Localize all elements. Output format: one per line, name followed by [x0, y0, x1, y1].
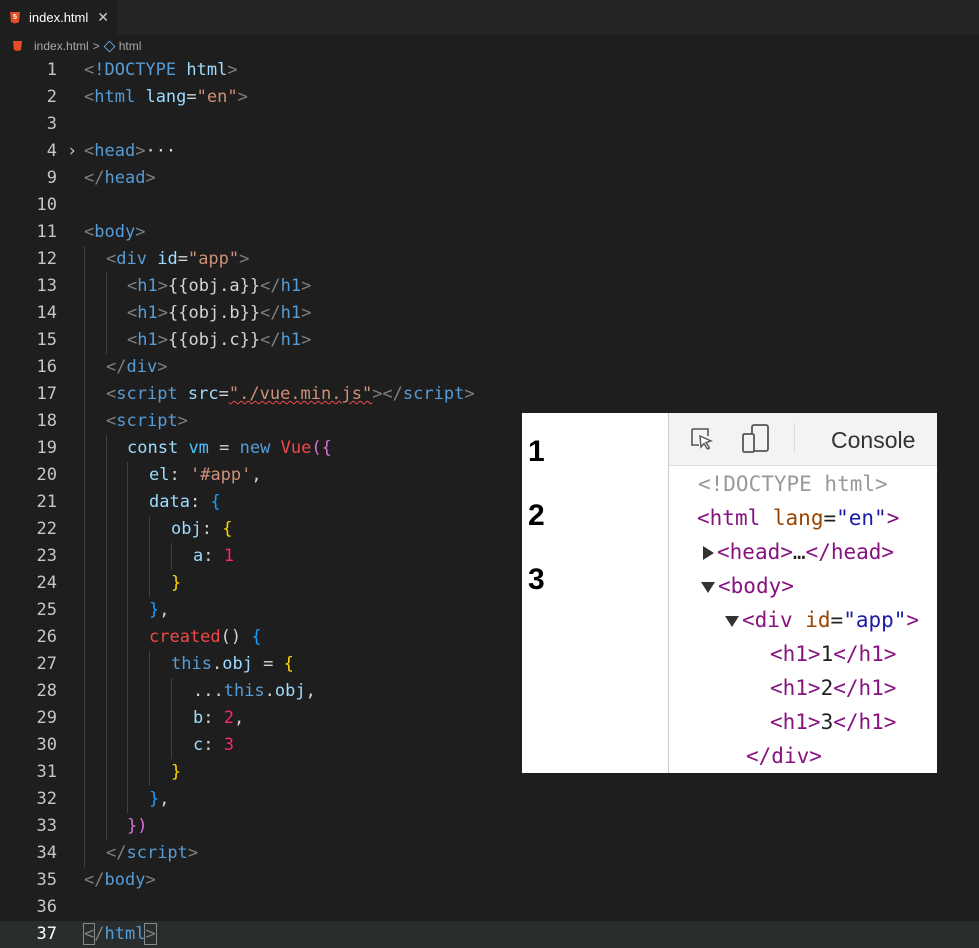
breadcrumb: index.html > html [0, 35, 979, 57]
code-line: 4 › <head>··· [0, 138, 979, 165]
line-number: 32 [36, 789, 57, 809]
tab-console[interactable]: Console [831, 427, 915, 454]
line-number: 16 [36, 357, 57, 377]
tab-index-html[interactable]: 5 index.html ✕ [0, 0, 117, 35]
code-line: 33}) [0, 813, 979, 840]
line-number: 21 [36, 492, 57, 512]
line-number: 2 [46, 87, 57, 107]
code-line: 15 <h1>{{obj.c}}</h1> [0, 327, 979, 354]
code-line-active: 37 </html> [0, 921, 979, 948]
line-number: 20 [36, 465, 57, 485]
code-line: 10 [0, 192, 979, 219]
line-number: 35 [36, 870, 57, 890]
line-number: 30 [36, 735, 57, 755]
line-number: 29 [36, 708, 57, 728]
line-number: 19 [36, 438, 57, 458]
dom-head[interactable]: <head>…</head> [703, 540, 894, 574]
line-number: 12 [36, 249, 57, 269]
collapse-arrow-icon[interactable] [725, 615, 739, 627]
dom-div-close[interactable]: </div> [746, 744, 822, 773]
line-number: 24 [36, 573, 57, 593]
code-line: 16 </div> [0, 354, 979, 381]
line-number: 10 [36, 195, 57, 215]
breadcrumb-file[interactable]: index.html [34, 39, 89, 53]
line-number: 27 [36, 654, 57, 674]
line-number: 25 [36, 600, 57, 620]
devtools-panel: Console <!DOCTYPE html> <html lang="en">… [668, 413, 937, 773]
line-number: 4 [46, 141, 57, 161]
line-number: 17 [36, 384, 57, 404]
chevron-right-icon: > [92, 39, 100, 53]
html5-icon: 5 [10, 11, 20, 24]
line-number: 3 [46, 114, 57, 134]
code-line: 12 <div id="app"> [0, 246, 979, 273]
browser-preview-overlay: 1 2 3 Console <!DOCTYPE html> <html lang… [522, 413, 937, 773]
line-number: 18 [36, 411, 57, 431]
code-line: 14 <h1>{{obj.b}}</h1> [0, 300, 979, 327]
dom-html[interactable]: <html lang="en"> [697, 506, 899, 540]
code-line: 35 </body> [0, 867, 979, 894]
dom-body[interactable]: <body> [701, 574, 794, 608]
line-number: 37 [36, 924, 57, 944]
code-line: 34 </script> [0, 840, 979, 867]
code-line: 1 <!DOCTYPE html> [0, 57, 979, 84]
chevron-right-icon[interactable]: › [67, 138, 77, 165]
line-number: 23 [36, 546, 57, 566]
rendered-page: 1 2 3 [522, 413, 668, 773]
rendered-h1-b: 2 [528, 499, 545, 532]
dom-h1[interactable]: <h1>3</h1> [770, 710, 896, 744]
code-line: 36 [0, 894, 979, 921]
dom-doctype[interactable]: <!DOCTYPE html> [698, 472, 888, 506]
device-toggle-icon[interactable] [741, 423, 771, 455]
collapse-arrow-icon[interactable] [701, 581, 715, 593]
dom-h1[interactable]: <h1>1</h1> [770, 642, 896, 676]
code-line: 2 <html lang="en"> [0, 84, 979, 111]
close-icon[interactable]: ✕ [97, 9, 109, 26]
dom-h1[interactable]: <h1>2</h1> [770, 676, 896, 710]
cube-icon [103, 40, 116, 52]
element-picker-icon[interactable] [690, 427, 714, 451]
rendered-h1-a: 1 [528, 435, 545, 468]
dom-div-app[interactable]: <div id="app"> [725, 608, 919, 642]
breadcrumb-node[interactable]: html [119, 39, 142, 53]
line-number: 33 [36, 816, 57, 836]
line-number: 28 [36, 681, 57, 701]
line-number: 26 [36, 627, 57, 647]
line-number: 9 [46, 168, 57, 188]
code-line: 13 <h1>{{obj.a}}</h1> [0, 273, 979, 300]
line-number: 36 [36, 897, 57, 917]
code-line: 9 </head> [0, 165, 979, 192]
line-number: 13 [36, 276, 57, 296]
line-number: 1 [46, 60, 57, 80]
line-number: 14 [36, 303, 57, 323]
tab-bar: 5 index.html ✕ [0, 0, 979, 35]
toolbar-divider [794, 423, 795, 453]
devtools-toolbar: Console [669, 413, 937, 466]
code-line: 3 [0, 111, 979, 138]
line-number: 31 [36, 762, 57, 782]
line-number: 34 [36, 843, 57, 863]
code-line: 32}, [0, 786, 979, 813]
html5-icon [13, 41, 22, 51]
line-number: 15 [36, 330, 57, 350]
code-line: 17 <script src="./vue.min.js"></script> [0, 381, 979, 408]
expand-arrow-icon[interactable] [703, 546, 714, 560]
tab-label: index.html [29, 10, 89, 25]
line-number: 11 [36, 222, 57, 242]
rendered-h1-c: 3 [528, 563, 545, 596]
code-line: 11 <body> [0, 219, 979, 246]
line-number: 22 [36, 519, 57, 539]
